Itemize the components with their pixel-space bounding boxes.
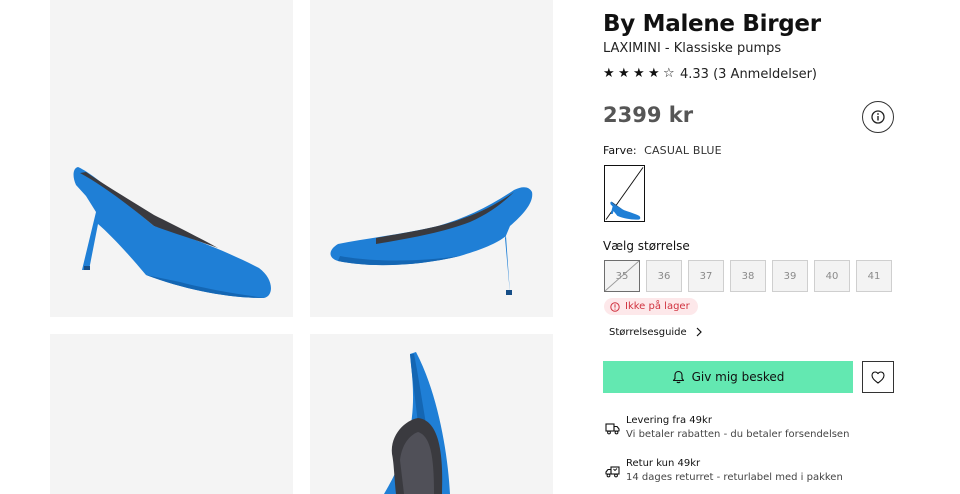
size-label: 41: [867, 270, 881, 282]
info-icon: [871, 110, 885, 124]
star-icon: ★: [648, 66, 660, 81]
color-value: CASUAL BLUE: [644, 144, 722, 157]
size-option-40[interactable]: 40: [814, 260, 850, 292]
unavailable-slash: [605, 261, 639, 291]
size-guide-link[interactable]: Størrelsesguide: [609, 324, 703, 340]
product-info-panel: By Malene Birger LAXIMINI - Klassiske pu…: [603, 0, 894, 494]
size-selection-title: Vælg størrelse: [603, 239, 690, 253]
size-option-38[interactable]: 38: [730, 260, 766, 292]
usp-returns-subtitle: 14 dages returret - returlabel med i pak…: [626, 472, 843, 483]
star-icon: ★: [618, 66, 630, 81]
size-option-36[interactable]: 36: [646, 260, 682, 292]
usp-delivery: Levering fra 49kr Vi betaler rabatten - …: [603, 415, 894, 445]
out-of-stock-badge: Ikke på lager: [604, 298, 698, 315]
stock-status-text: Ikke på lager: [625, 301, 690, 312]
usp-returns: Retur kun 49kr 14 dages returret - retur…: [603, 458, 894, 488]
notify-me-label: Giv mig besked: [691, 370, 785, 384]
price: 2399 kr: [603, 103, 694, 127]
shoe-side-view-right-image: [330, 187, 533, 295]
usp-delivery-title: Levering fra 49kr: [626, 415, 712, 426]
star-icon: ★: [603, 66, 615, 81]
swatch-thumbnail: [605, 167, 644, 220]
size-option-35[interactable]: 35: [604, 260, 640, 292]
size-option-41[interactable]: 41: [856, 260, 892, 292]
chevron-right-icon: [696, 327, 702, 337]
size-label: 39: [783, 270, 797, 282]
brand-name[interactable]: By Malene Birger: [603, 11, 821, 37]
size-option-37[interactable]: 37: [688, 260, 724, 292]
star-empty-icon: ☆: [663, 66, 675, 81]
product-image-side-left[interactable]: [50, 0, 293, 317]
heart-icon: [871, 370, 885, 384]
size-label: 37: [699, 270, 713, 282]
size-label: 38: [741, 270, 755, 282]
product-title: LAXIMINI - Klassiske pumps: [603, 41, 782, 56]
usp-returns-title: Retur kun 49kr: [626, 458, 701, 469]
size-guide-label: Størrelsesguide: [609, 326, 687, 338]
alert-circle-icon: [610, 301, 620, 312]
size-label: 40: [825, 270, 839, 282]
color-label: Farve:: [603, 144, 637, 157]
bell-icon: [672, 370, 684, 384]
size-label: 36: [657, 270, 671, 282]
price-info-button[interactable]: [862, 101, 894, 133]
product-image-side-right[interactable]: [310, 0, 553, 317]
return-truck-icon: [605, 466, 620, 478]
product-image-top-view[interactable]: [310, 334, 553, 494]
star-icon: ★: [633, 66, 645, 81]
product-image-3[interactable]: [50, 334, 293, 494]
add-to-wishlist-button[interactable]: [862, 361, 894, 393]
rating-summary[interactable]: ★ ★ ★ ★ ☆ 4.33 (3 Anmeldelser): [603, 65, 817, 83]
color-selection-label: Farve: CASUAL BLUE: [603, 144, 722, 157]
usp-delivery-subtitle: Vi betaler rabatten - du betaler forsend…: [626, 429, 850, 440]
shoe-side-view-left-image: [73, 167, 271, 298]
notify-me-button[interactable]: Giv mig besked: [603, 361, 853, 393]
color-swatch-casual-blue[interactable]: [604, 165, 645, 222]
truck-icon: [605, 423, 620, 435]
rating-text: 4.33 (3 Anmeldelser): [680, 66, 818, 82]
size-option-39[interactable]: 39: [772, 260, 808, 292]
shoe-top-view-image: [384, 352, 450, 494]
